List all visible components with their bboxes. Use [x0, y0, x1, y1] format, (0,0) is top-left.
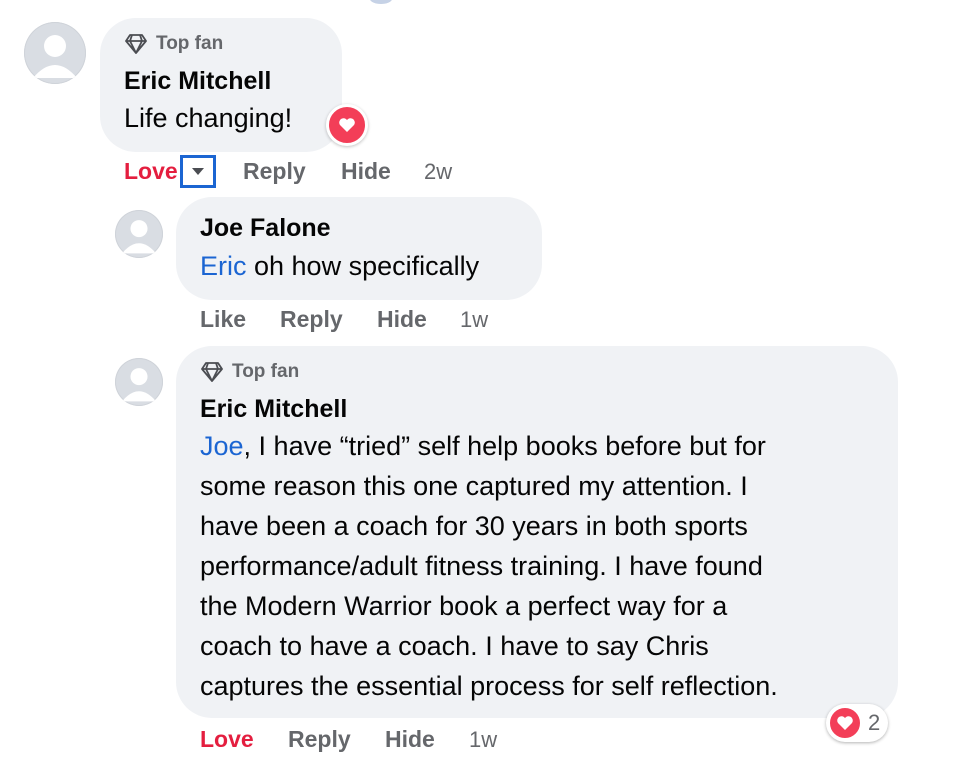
author-name[interactable]: Joe Falone — [200, 214, 331, 243]
comment-text-body: oh how specifically — [246, 251, 480, 281]
avatar[interactable] — [24, 22, 86, 84]
reply-button[interactable]: Reply — [280, 306, 343, 333]
timestamp[interactable]: 2w — [424, 159, 452, 185]
comment-line: Joe, I have “tried” self help books befo… — [200, 426, 890, 466]
love-reaction[interactable] — [326, 104, 368, 146]
timestamp[interactable]: 1w — [460, 307, 488, 333]
reply-button[interactable]: Reply — [243, 158, 306, 185]
comment-line: performance/adult fitness training. I ha… — [200, 551, 763, 581]
hide-button[interactable]: Hide — [385, 726, 435, 753]
comment-line: captures the essential process for self … — [200, 671, 778, 701]
like-button[interactable]: Like — [200, 306, 246, 333]
heart-icon — [837, 716, 853, 730]
comment-text: Life changing! — [124, 103, 293, 133]
avatar[interactable] — [115, 358, 163, 406]
comment-text: Eric oh how specifically — [200, 246, 479, 286]
hide-button[interactable]: Hide — [377, 306, 427, 333]
clipped-element — [370, 0, 392, 4]
mention-link[interactable]: Joe — [200, 431, 244, 461]
comment-line: have been a coach for 30 years in both s… — [200, 511, 748, 541]
hide-button[interactable]: Hide — [341, 158, 391, 185]
default-avatar-icon — [121, 368, 157, 402]
love-button[interactable]: Love — [200, 726, 254, 753]
avatar[interactable] — [115, 210, 163, 258]
chevron-down-icon — [192, 168, 204, 175]
love-button[interactable]: Love — [124, 158, 178, 185]
author-name[interactable]: Eric Mitchell — [124, 67, 271, 96]
mention-link[interactable]: Eric — [200, 251, 247, 281]
love-reaction — [828, 706, 862, 740]
badge-label: Top fan — [156, 33, 224, 54]
timestamp[interactable]: 1w — [469, 727, 497, 753]
top-fan-badge: Top fan — [124, 33, 223, 55]
badge-label: Top fan — [232, 361, 300, 382]
heart-icon — [339, 118, 355, 132]
comment-line: the Modern Warrior book a perfect way fo… — [200, 591, 728, 621]
default-avatar-icon — [33, 35, 77, 78]
diamond-icon — [201, 362, 223, 382]
comment-line: some reason this one captured my attenti… — [200, 471, 748, 501]
reaction-dropdown[interactable] — [180, 155, 216, 188]
default-avatar-icon — [121, 220, 157, 254]
reaction-summary[interactable]: 2 — [826, 704, 889, 742]
comment-text-body: , I have “tried” self help books before … — [243, 431, 766, 461]
reply-button[interactable]: Reply — [288, 726, 351, 753]
comment-line: coach to have a coach. I have to say Chr… — [200, 631, 709, 661]
diamond-icon — [125, 34, 147, 54]
author-name[interactable]: Eric Mitchell — [200, 395, 347, 424]
reaction-count: 2 — [868, 710, 881, 735]
top-fan-badge: Top fan — [200, 361, 299, 383]
comment-text: Joe, I have “tried” self help books befo… — [200, 426, 890, 706]
